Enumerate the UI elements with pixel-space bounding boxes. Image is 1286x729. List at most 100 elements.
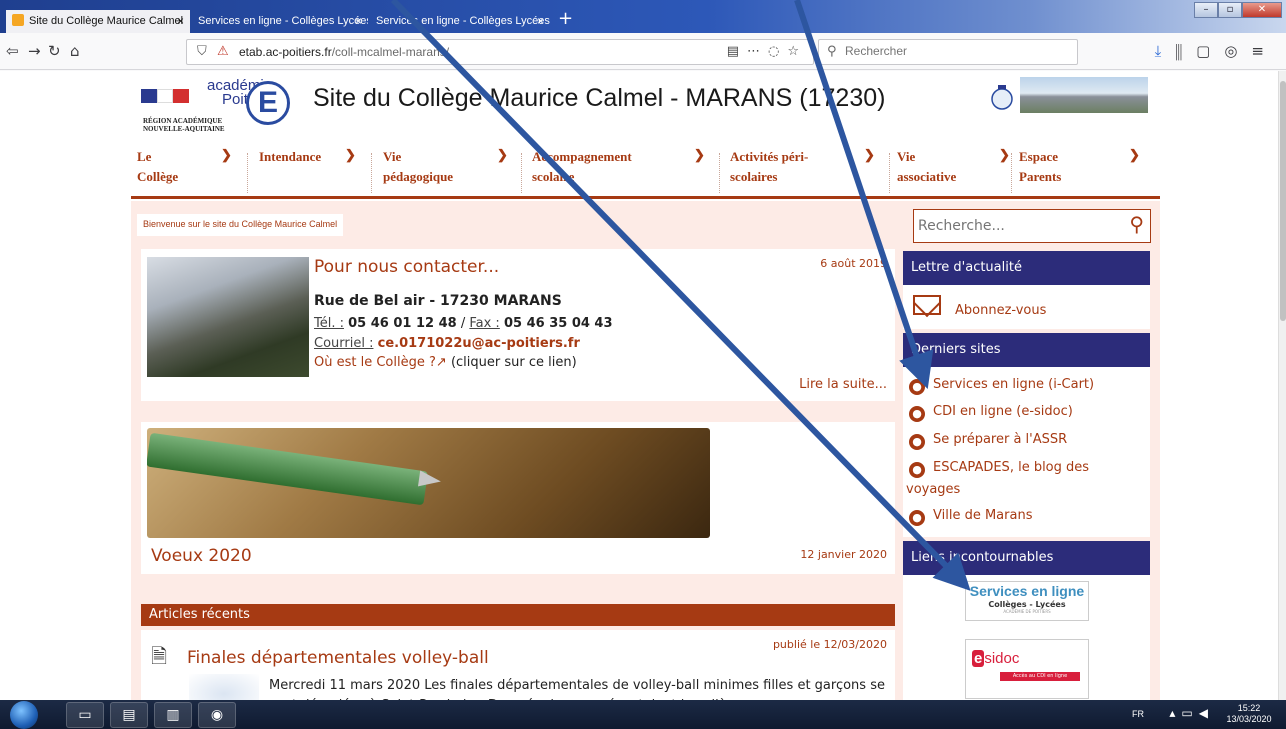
library-icon[interactable]: ⫼: [1175, 42, 1196, 60]
chevron-down-icon[interactable]: ❯: [345, 145, 356, 165]
firefox-icon[interactable]: ◉: [198, 702, 236, 728]
subscribe-link[interactable]: Abonnez-vous: [955, 301, 1046, 321]
menu-label: Parents: [1019, 169, 1062, 184]
bookmark-star-icon[interactable]: ☆: [787, 44, 807, 59]
browser-search-input[interactable]: [845, 44, 1065, 58]
maximize-button[interactable]: ▫: [1218, 2, 1242, 18]
shield-icon[interactable]: ⛉: [197, 44, 207, 59]
clock[interactable]: 15:22 13/03/2020: [1224, 703, 1274, 725]
article-contact: Pour nous contacter... 6 août 2019 Rue d…: [141, 249, 895, 401]
chevron-down-icon[interactable]: ❯: [694, 145, 705, 165]
menu-label: scolaire: [532, 169, 575, 184]
close-icon[interactable]: ×: [537, 10, 544, 33]
article-thumbnail[interactable]: [189, 674, 259, 700]
url-actions: ▤⋯◌☆: [727, 44, 807, 59]
tab-label: Site du Collège Maurice Calmel: [29, 15, 184, 27]
page-actions-icon[interactable]: ⋯: [747, 44, 768, 59]
map-link[interactable]: Où est le Collège ?: [314, 355, 436, 370]
presentation-icon[interactable]: ▥: [154, 702, 192, 728]
tab-college[interactable]: Site du Collège Maurice Calmel ×: [6, 10, 190, 33]
article-title[interactable]: Pour nous contacter...: [314, 257, 499, 277]
tab-services-2[interactable]: Services en ligne - Collèges Lycées ×: [370, 10, 550, 33]
new-tab-button[interactable]: +: [558, 10, 573, 28]
article-title[interactable]: Finales départementales volley-ball: [187, 648, 489, 668]
back-icon[interactable]: ⇦: [6, 42, 19, 60]
downloads-icon[interactable]: ⤓: [1155, 42, 1176, 60]
site-search-input[interactable]: [918, 218, 1108, 234]
newsletter-header: Lettre d'actualité: [903, 251, 1150, 285]
welcome-breadcrumb: Bienvenue sur le site du Collège Maurice…: [137, 214, 344, 236]
volume-icon[interactable]: ◀: [1199, 706, 1214, 720]
chevron-down-icon[interactable]: ❯: [221, 145, 232, 165]
read-more-link[interactable]: Lire la suite...: [799, 377, 887, 392]
article-date: 6 août 2019: [820, 257, 887, 270]
network-icon[interactable]: ▭: [1181, 706, 1198, 720]
url-text[interactable]: etab.ac-poitiers.fr/coll-mcalmel-marans/: [239, 45, 449, 59]
reader-view-icon[interactable]: ▤: [727, 44, 747, 59]
latest-sites-list: ● Services en ligne (i-Cart) ● CDI en lign…: [903, 367, 1150, 537]
esidoc-word: sidoc: [984, 650, 1020, 667]
account-icon[interactable]: ◎: [1224, 42, 1251, 60]
chevron-down-icon[interactable]: ❯: [497, 145, 508, 165]
search-icon[interactable]: ⚲: [1129, 212, 1144, 236]
main-menu: Le Collège ❯ Intendance ❯ Vie pédagogique …: [131, 141, 1160, 199]
close-icon[interactable]: ×: [355, 10, 362, 33]
windows-taskbar: ▭ ▤ ▥ ◉ FR ▴▭◀ 15:22 13/03/2020: [0, 700, 1286, 729]
chevron-down-icon[interactable]: ❯: [864, 145, 875, 165]
url-bar[interactable]: ⛉ ⚠ etab.ac-poitiers.fr/coll-mcalmel-mar…: [186, 39, 814, 65]
explorer-icon[interactable]: ▭: [66, 702, 104, 728]
site-link-escapades[interactable]: ● ESCAPADES, le blog des: [909, 458, 1089, 478]
web-page: académie Poitiers E RÉGION ACADÉMIQUE NO…: [0, 71, 1286, 700]
menu-label: Collège: [137, 169, 179, 184]
language-indicator[interactable]: FR: [1132, 709, 1144, 719]
site-link-assr[interactable]: ● Se préparer à l'ASSR: [909, 430, 1067, 450]
menu-vie-pedagogique[interactable]: Vie pédagogique ❯: [383, 147, 513, 191]
article-title[interactable]: Voeux 2020: [151, 546, 252, 566]
menu-vie-associative[interactable]: Vie associative ❯: [897, 147, 1017, 191]
menu-accompagnement[interactable]: Accompagnement scolaire ❯: [532, 147, 712, 191]
menu-le-college[interactable]: Le Collège ❯: [137, 147, 237, 191]
tab-services-1[interactable]: Services en ligne - Collèges Lycées ×: [192, 10, 368, 33]
globe-icon: ●: [909, 406, 925, 422]
chevron-down-icon[interactable]: ❯: [999, 145, 1010, 165]
college-photo[interactable]: [147, 257, 309, 377]
latest-sites-header: Derniers sites: [903, 333, 1150, 367]
menu-activites[interactable]: Activités péri-scolaires ❯: [730, 147, 880, 191]
menu-icon[interactable]: ≡: [1251, 42, 1278, 60]
word-icon[interactable]: ▤: [110, 702, 148, 728]
start-button[interactable]: [10, 701, 38, 729]
pen-photo[interactable]: [147, 428, 710, 538]
email-link[interactable]: ce.0171022u@ac-poitiers.fr: [378, 336, 580, 351]
insecure-lock-icon[interactable]: ⚠: [217, 44, 229, 59]
home-icon[interactable]: ⌂: [70, 42, 80, 60]
reload-icon[interactable]: ↻: [48, 42, 61, 60]
sidebar-icon[interactable]: ▢: [1196, 42, 1224, 60]
envelope-icon: [913, 295, 941, 315]
window-close-button[interactable]: ✕: [1242, 2, 1282, 18]
site-link-icart[interactable]: ● Services en ligne (i-Cart): [909, 375, 1094, 395]
minimize-button[interactable]: –: [1194, 2, 1218, 18]
site-link-esidoc[interactable]: ● CDI en ligne (e-sidoc): [909, 402, 1073, 422]
site-title[interactable]: Site du Collège Maurice Calmel - MARANS …: [313, 84, 885, 113]
services-en-ligne-logo[interactable]: Services en ligne Collèges - Lycées ACAD…: [965, 581, 1089, 621]
browser-search-bar[interactable]: ⚲: [818, 39, 1078, 65]
search-icon: ⚲: [827, 44, 837, 59]
esidoc-access-button[interactable]: Accès au CDI en ligne: [1000, 672, 1080, 681]
menu-espace-parents[interactable]: Espace Parents ❯: [1019, 147, 1149, 191]
page-scrollbar[interactable]: [1278, 71, 1286, 700]
menu-label: Accompagnement: [532, 149, 632, 164]
esidoc-logo[interactable]: e sidoc Accès au CDI en ligne: [965, 639, 1089, 699]
scrollbar-thumb[interactable]: [1280, 81, 1286, 321]
site-link-escapades-wrap[interactable]: voyages: [906, 480, 960, 500]
show-hidden-icon[interactable]: ▴: [1169, 706, 1181, 720]
tab-label: Services en ligne - Collèges Lycées: [376, 15, 550, 27]
close-icon[interactable]: ×: [177, 10, 184, 33]
forward-icon[interactable]: →: [28, 42, 41, 60]
menu-intendance[interactable]: Intendance ❯: [259, 147, 359, 191]
menu-label: pédagogique: [383, 169, 454, 184]
region-line2: NOUVELLE-AQUITAINE: [143, 125, 225, 133]
site-link-marans[interactable]: ● Ville de Marans: [909, 506, 1032, 526]
pocket-icon[interactable]: ◌: [768, 44, 787, 59]
link-label: Se préparer à l'ASSR: [933, 432, 1068, 447]
chevron-down-icon[interactable]: ❯: [1129, 145, 1140, 165]
